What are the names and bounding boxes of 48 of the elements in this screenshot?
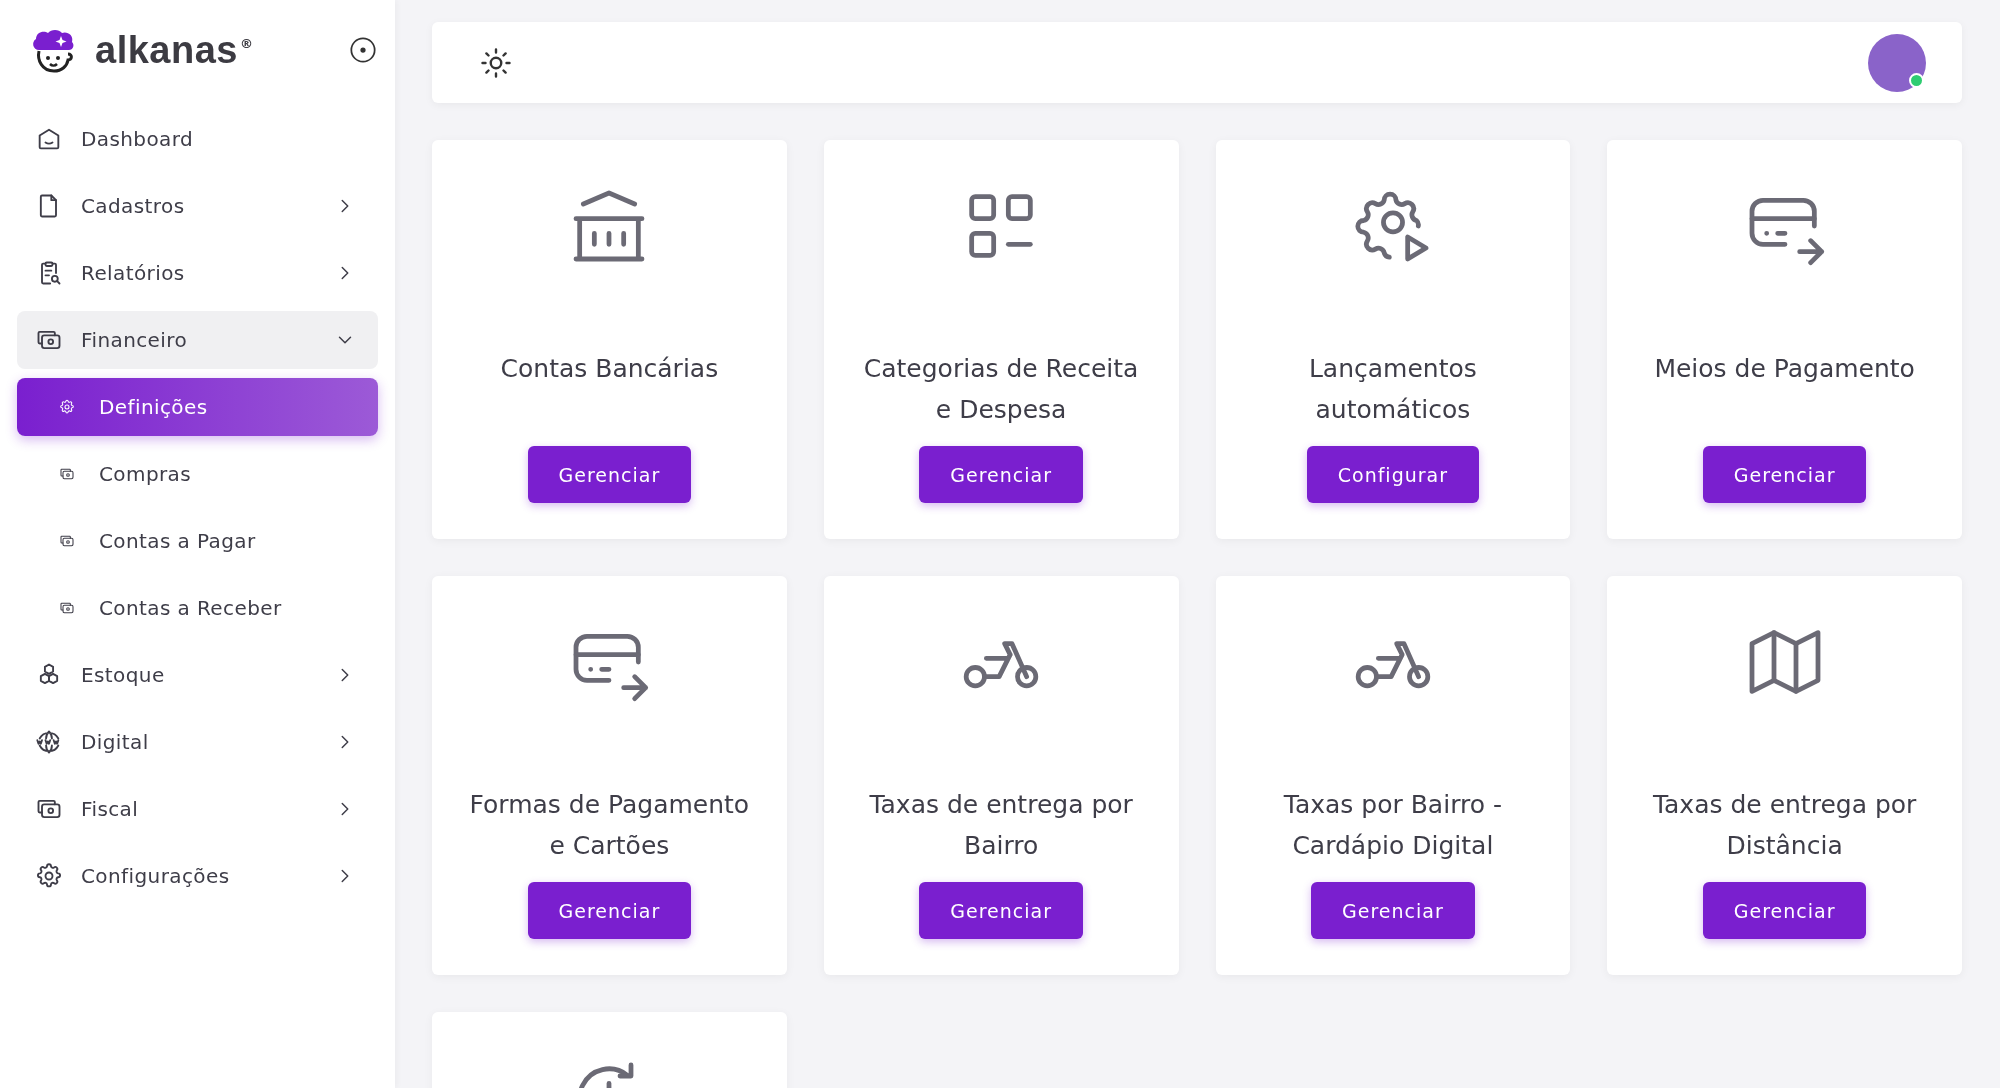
nav-label: Dashboard [81, 127, 194, 151]
nav-label: Fiscal [81, 797, 139, 821]
settings-icon [59, 399, 75, 415]
nav-label: Configurações [81, 864, 230, 888]
manage-button[interactable]: Gerenciar [919, 882, 1083, 939]
nav-label: Contas a Pagar [99, 529, 256, 553]
manage-button[interactable]: Gerenciar [527, 446, 692, 503]
registered-mark: ® [239, 36, 253, 51]
nav-item[interactable]: Compras [17, 445, 378, 503]
nav-item[interactable]: Configurações [17, 847, 378, 905]
card-title: Categorias de Receita e Despesa [862, 353, 1140, 426]
cash-icon [59, 533, 75, 549]
nav-label: Digital [81, 730, 149, 754]
circle-dot-icon[interactable] [349, 36, 377, 64]
card-title: Taxas de entrega por Distância [1651, 789, 1918, 862]
nav-label: Definições [99, 395, 208, 419]
card-title: Taxas de entrega por Bairro [868, 789, 1134, 862]
card-title: Meios de Pagamento [1653, 353, 1916, 385]
nav-label: Cadastros [81, 194, 185, 218]
nav-item[interactable]: Dashboard [17, 110, 378, 168]
cash-icon [59, 600, 75, 616]
cash-icon [59, 466, 75, 482]
card-title: Contas Bancárias [499, 353, 720, 385]
manage-button[interactable]: Gerenciar [1702, 446, 1867, 503]
nav-item[interactable]: Definições [17, 378, 378, 436]
brand-name: alkanas [95, 28, 238, 72]
nav-label: Compras [99, 462, 192, 486]
card-title: Taxas por Bairro - Cardápio Digital [1282, 789, 1503, 862]
nav-label: Estoque [81, 663, 165, 687]
nav-item[interactable]: Estoque [17, 646, 378, 704]
settings-icon [35, 862, 63, 890]
nav-item[interactable]: Financeiro [17, 311, 378, 369]
nav-item[interactable]: Contas a Receber [17, 579, 378, 637]
nav-item[interactable]: Fiscal [17, 780, 378, 838]
manage-button[interactable]: Gerenciar [919, 446, 1083, 503]
nav-item[interactable]: Cadastros [17, 177, 378, 235]
nav-item[interactable]: Relatórios [17, 244, 378, 302]
nav-label: Contas a Receber [99, 596, 282, 620]
manage-button[interactable]: Gerenciar [527, 882, 692, 939]
nav-item[interactable]: Digital [17, 713, 378, 771]
card-title: Lançamentos automáticos [1307, 353, 1478, 426]
nav-item[interactable]: Contas a Pagar [17, 512, 378, 570]
nav-label: Relatórios [81, 261, 185, 285]
nav-label: Financeiro [81, 328, 188, 352]
manage-button[interactable]: Gerenciar [1311, 882, 1475, 939]
manage-button[interactable]: Configurar [1306, 446, 1479, 503]
card-title: Formas de Pagamento e Cartões [468, 789, 751, 862]
manage-button[interactable]: Gerenciar [1702, 882, 1867, 939]
